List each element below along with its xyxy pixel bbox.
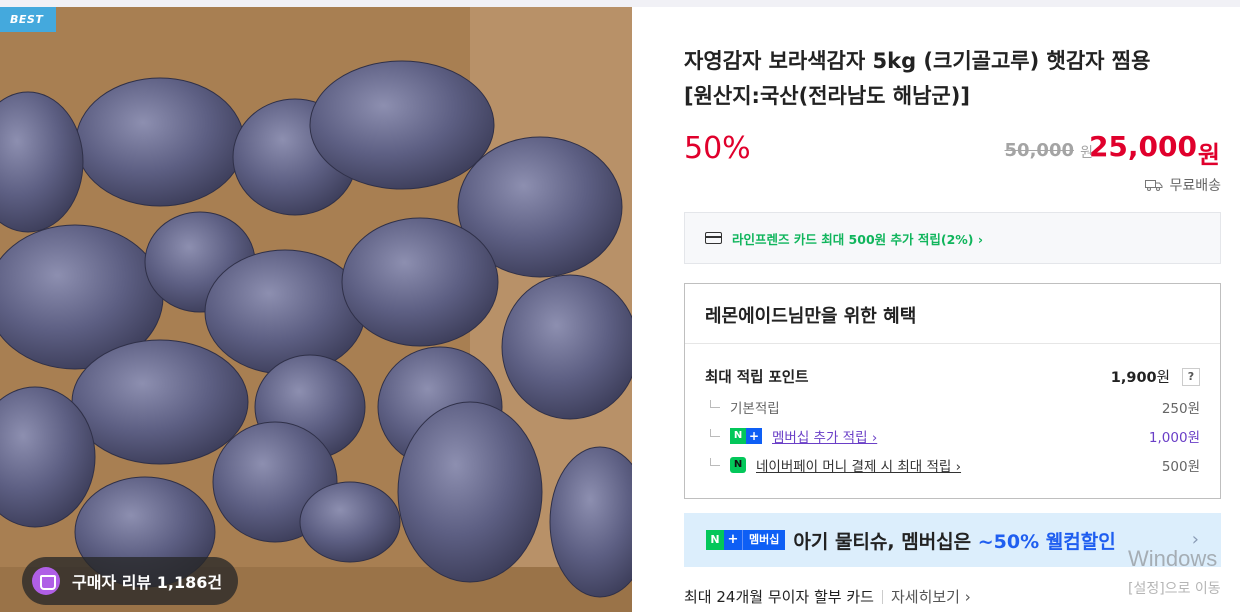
help-button[interactable]: ? [1182, 367, 1200, 386]
original-price: 50,000 [1004, 140, 1074, 161]
card-promo-link[interactable]: 라인프렌즈 카드 최대 500원 추가 적립(2%) › [684, 212, 1221, 264]
membership-badge-icon: N + 멤버십 [706, 530, 786, 550]
discount-rate: 50% [684, 131, 751, 166]
base-points-row: 기본적립 250원 [705, 397, 1200, 417]
truck-icon [1145, 179, 1163, 191]
promo-highlight: ~50% 웰컴할인 [977, 530, 1116, 553]
installment-text: 최대 24개월 무이자 할부 카드 [684, 588, 874, 606]
installment-detail-link[interactable]: 자세히보기 › [891, 586, 971, 607]
product-image[interactable]: BEST 구매자 리뷰 1,186건 [0, 7, 632, 612]
os-watermark-subtitle: [설정]으로 이동 [1128, 581, 1221, 597]
product-title-line1: 자영감자 보라색감자 5kg (크기골고루) 햇감자 찜용 [684, 49, 1151, 73]
naverpay-points-row: N 네이버페이 머니 결제 시 최대 적립 › 500원 [705, 455, 1200, 475]
max-points-value: 1,900원 [1111, 366, 1170, 387]
membership-points-row: N + 멤버십 추가 적립 › 1,000원 [705, 426, 1200, 446]
shopping-bag-icon [32, 567, 60, 595]
sale-price: 25,000 [1088, 130, 1197, 163]
product-title-line2: [원산지:국산(전라남도 해남군)] [684, 84, 970, 108]
naverpay-points-link[interactable]: 네이버페이 머니 결제 시 최대 적립 › [756, 459, 961, 475]
installment-row: 최대 24개월 무이자 할부 카드 자세히보기 › [684, 586, 971, 607]
sale-price-unit: 원 [1197, 141, 1220, 169]
tree-elbow [710, 458, 720, 466]
tree-elbow [710, 429, 720, 437]
membership-points-link[interactable]: 멤버십 추가 적립 › [772, 430, 877, 446]
base-points-label: 기본적립 [730, 401, 780, 417]
shipping-info: 무료배송 [1145, 175, 1221, 195]
review-count-label: 구매자 리뷰 1,186건 [72, 573, 223, 592]
best-badge: BEST [0, 7, 56, 32]
credit-card-icon [705, 232, 722, 244]
os-watermark-title: Windows [1128, 546, 1218, 571]
shipping-label: 무료배송 [1169, 178, 1221, 194]
product-info-panel: 자영감자 보라색감자 5kg (크기골고루) 햇감자 찜용 [원산지:국산(전라… [684, 0, 1221, 612]
potato-illustration [0, 7, 632, 612]
naver-plus-icon: N + [730, 428, 762, 444]
tree-elbow [710, 400, 720, 408]
naverpay-icon: N [730, 457, 746, 473]
promo-text: 아기 물티슈, 멤버십은 ~50% 웰컴할인 [793, 530, 1116, 553]
naverpay-points-value: 500원 [1161, 459, 1200, 475]
max-points-row: 최대 적립 포인트 1,900원 ? [705, 366, 1200, 387]
card-promo-text: 라인프렌즈 카드 최대 500원 추가 적립(2%) › [732, 231, 984, 247]
max-points-amount: 1,900 [1110, 370, 1157, 386]
base-points-value: 250원 [1161, 401, 1200, 417]
max-points-label: 최대 적립 포인트 [705, 370, 809, 386]
max-points-unit: 원 [1156, 370, 1170, 386]
benefit-heading: 레몬에이드님만을 위한 혜택 [685, 284, 1220, 344]
benefit-box: 레몬에이드님만을 위한 혜택 최대 적립 포인트 1,900원 ? 기본적립 2… [684, 283, 1221, 499]
divider [881, 589, 883, 604]
product-title: 자영감자 보라색감자 5kg (크기골고루) 햇감자 찜용 [원산지:국산(전라… [684, 44, 1221, 114]
review-count-button[interactable]: 구매자 리뷰 1,186건 [22, 557, 239, 605]
membership-points-value: 1,000원 [1148, 430, 1200, 446]
